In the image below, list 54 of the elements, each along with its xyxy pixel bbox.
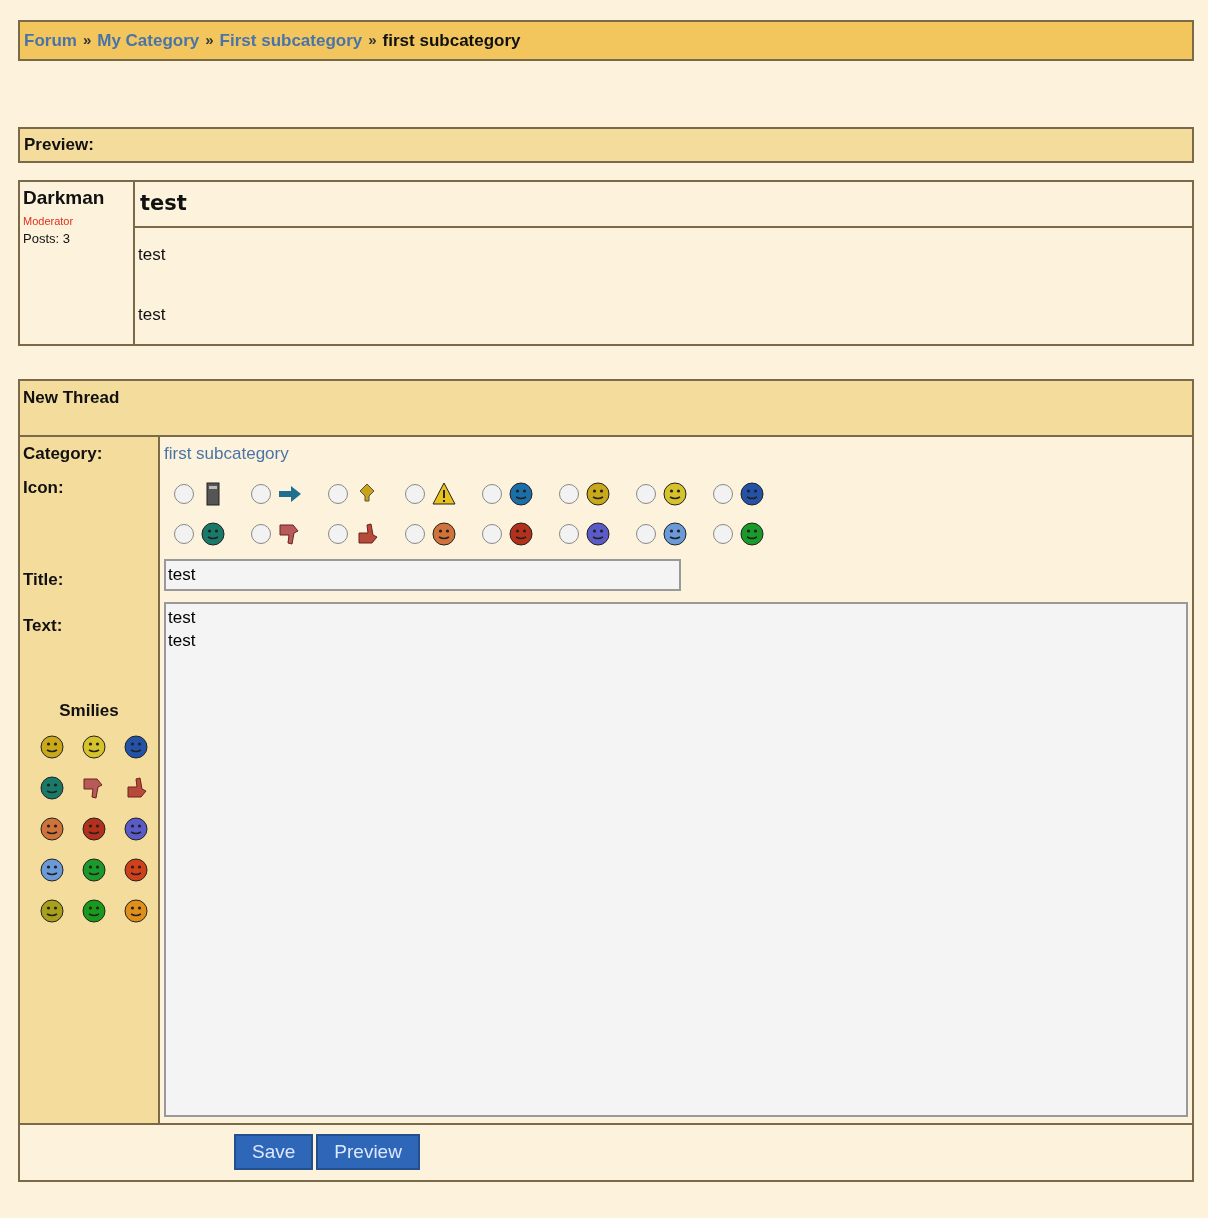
radio-button[interactable] bbox=[328, 523, 348, 544]
field-label: Category: bbox=[23, 443, 103, 465]
field-label: Title: bbox=[23, 569, 64, 591]
radio-button[interactable] bbox=[559, 483, 579, 504]
radio-button[interactable] bbox=[482, 483, 502, 504]
author-role: Moderator bbox=[23, 213, 74, 229]
author-name: Darkman bbox=[23, 186, 105, 210]
breadcrumb-current: first subcategory bbox=[382, 29, 521, 52]
radio-button[interactable] bbox=[482, 523, 502, 544]
preview-heading: Preview: bbox=[24, 134, 94, 157]
smiley-icon[interactable] bbox=[81, 856, 107, 883]
radio-button[interactable] bbox=[251, 483, 271, 504]
radio-button[interactable] bbox=[713, 483, 733, 504]
radio-button[interactable] bbox=[636, 523, 656, 544]
smiley-icon[interactable] bbox=[39, 733, 65, 760]
breadcrumb-link[interactable]: Forum bbox=[24, 27, 77, 54]
smiley-icon[interactable] bbox=[81, 815, 107, 842]
smiley-icon[interactable] bbox=[39, 815, 65, 842]
smiley-icon[interactable] bbox=[39, 856, 65, 883]
radio-button[interactable] bbox=[251, 523, 271, 544]
breadcrumb-separator: » bbox=[368, 30, 377, 51]
smiley-icon[interactable] bbox=[123, 815, 149, 842]
radio-button[interactable] bbox=[713, 523, 733, 544]
smiley-icon[interactable] bbox=[123, 733, 149, 760]
post-title: test bbox=[140, 190, 187, 218]
smiley-icon[interactable] bbox=[123, 856, 149, 883]
breadcrumb-separator: » bbox=[82, 30, 92, 51]
radio-button[interactable] bbox=[405, 523, 425, 544]
post-text: test bbox=[138, 244, 166, 266]
form-button[interactable]: Save bbox=[234, 1133, 314, 1171]
form-button[interactable]: Preview bbox=[316, 1133, 420, 1171]
title-input[interactable]: test bbox=[164, 558, 681, 591]
breadcrumb-link[interactable]: My Category bbox=[97, 27, 200, 54]
smilies-heading: Smilies bbox=[59, 700, 119, 722]
breadcrumb-link[interactable]: First subcategory bbox=[219, 27, 363, 54]
field-label: Icon: bbox=[23, 476, 64, 499]
radio-button[interactable] bbox=[174, 523, 194, 544]
post-count: Posts: 3 bbox=[23, 230, 70, 248]
radio-button[interactable] bbox=[174, 483, 194, 504]
post-text: test bbox=[138, 303, 166, 326]
smiley-icon[interactable] bbox=[39, 897, 65, 924]
smiley-icon[interactable] bbox=[81, 733, 107, 760]
radio-button[interactable] bbox=[559, 523, 579, 544]
radio-button[interactable] bbox=[405, 483, 425, 504]
form-heading: New Thread bbox=[23, 388, 120, 407]
smiley-icon[interactable] bbox=[81, 897, 107, 924]
category-link[interactable]: first subcategory bbox=[164, 441, 289, 467]
breadcrumb-separator: » bbox=[205, 30, 214, 51]
field-label: Text: bbox=[23, 614, 63, 637]
smiley-icon[interactable] bbox=[39, 774, 65, 801]
smiley-icon[interactable] bbox=[123, 897, 149, 924]
text-area[interactable]: test test bbox=[164, 601, 1188, 1117]
radio-button[interactable] bbox=[328, 483, 348, 504]
radio-button[interactable] bbox=[636, 483, 656, 504]
